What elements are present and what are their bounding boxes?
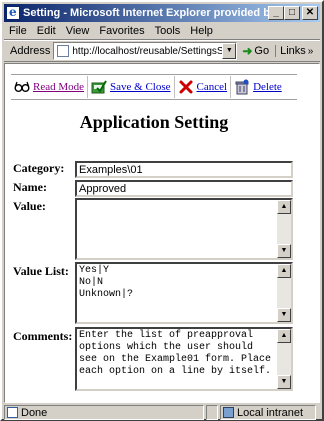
category-label: Category: xyxy=(13,161,65,175)
ie-page-icon xyxy=(7,407,18,418)
status-text: Done xyxy=(21,406,48,419)
address-input[interactable]: http://localhost/reusable/SettingsSimple… xyxy=(53,42,238,60)
name-label: Name: xyxy=(13,180,47,194)
comments-textarea[interactable]: Enter the list of preapproval options wh… xyxy=(75,327,293,391)
intranet-icon xyxy=(223,407,234,418)
page-content: Read Mode Save & Close Cancel Delete App… xyxy=(4,63,320,403)
address-dropdown-icon[interactable]: ▼ xyxy=(222,43,237,59)
category-field[interactable]: Examples\01 xyxy=(75,161,293,178)
links-more-icon[interactable]: » xyxy=(308,46,314,57)
scroll-up-icon[interactable]: ▲ xyxy=(277,329,291,343)
scroll-down-icon[interactable]: ▼ xyxy=(277,244,291,258)
cancel-button[interactable]: Cancel xyxy=(175,76,232,98)
save-close-button[interactable]: Save & Close xyxy=(88,76,175,98)
menu-view[interactable]: View xyxy=(61,25,95,37)
ie-logo-icon xyxy=(6,5,20,20)
comments-text: Enter the list of preapproval options wh… xyxy=(79,330,278,377)
minimize-button[interactable]: _ xyxy=(268,6,284,20)
browser-window: Setting - Microsoft Internet Explorer pr… xyxy=(0,0,324,421)
page-title: Application Setting xyxy=(79,112,229,132)
value-list-scrollbar[interactable]: ▲ ▼ xyxy=(277,264,291,322)
close-button[interactable]: ✕ xyxy=(302,6,318,20)
zone-text: Local intranet xyxy=(237,406,304,419)
menu-edit[interactable]: Edit xyxy=(32,25,61,37)
menu-file[interactable]: File xyxy=(4,25,32,37)
scroll-up-icon[interactable]: ▲ xyxy=(277,200,291,214)
value-list-text: Yes|Y No|N Unknown|? xyxy=(79,265,134,300)
address-label: Address xyxy=(10,45,51,57)
value-scrollbar[interactable]: ▲ ▼ xyxy=(277,200,291,258)
save-close-icon xyxy=(91,80,107,94)
scroll-up-icon[interactable]: ▲ xyxy=(277,264,291,278)
save-close-label: Save & Close xyxy=(110,81,171,93)
action-bar: Read Mode Save & Close Cancel Delete xyxy=(11,74,297,100)
window-title: Setting - Microsoft Internet Explorer pr… xyxy=(23,7,271,19)
read-mode-icon xyxy=(14,81,30,92)
menu-help[interactable]: Help xyxy=(185,25,218,37)
value-list-textarea[interactable]: Yes|Y No|N Unknown|? ▲ ▼ xyxy=(75,262,293,324)
address-bar: Address http://localhost/reusable/Settin… xyxy=(4,40,320,62)
read-mode-label: Read Mode xyxy=(33,81,85,93)
cancel-icon xyxy=(179,80,193,94)
status-zone: Local intranet xyxy=(220,405,316,420)
delete-label: Delete xyxy=(253,81,282,93)
page-icon xyxy=(57,45,70,57)
cancel-label: Cancel xyxy=(196,81,228,93)
window-controls: _ □ ✕ xyxy=(268,6,318,20)
value-label: Value: xyxy=(13,199,46,213)
go-button[interactable]: ➜ Go xyxy=(242,44,269,58)
address-url: http://localhost/reusable/SettingsSimple… xyxy=(72,45,236,57)
status-main: Done xyxy=(4,405,204,420)
value-list-label: Value List: xyxy=(13,264,69,278)
status-blank xyxy=(206,405,218,420)
menu-bar: File Edit View Favorites Tools Help xyxy=(4,22,320,40)
go-label: Go xyxy=(254,45,270,57)
go-arrow-icon: ➜ xyxy=(242,44,253,58)
comments-scrollbar[interactable]: ▲ ▼ xyxy=(277,329,291,389)
maximize-button[interactable]: □ xyxy=(284,6,300,20)
value-textarea[interactable]: ▲ ▼ xyxy=(75,198,293,260)
links-button[interactable]: Links xyxy=(275,45,306,57)
menu-tools[interactable]: Tools xyxy=(150,25,186,37)
status-bar: Done Local intranet xyxy=(4,404,320,421)
delete-button[interactable]: Delete xyxy=(231,76,285,98)
scroll-down-icon[interactable]: ▼ xyxy=(277,375,291,389)
delete-icon xyxy=(235,79,249,95)
name-field[interactable]: Approved xyxy=(75,180,293,197)
scroll-down-icon[interactable]: ▼ xyxy=(277,308,291,322)
title-bar[interactable]: Setting - Microsoft Internet Explorer pr… xyxy=(4,4,320,22)
menu-favorites[interactable]: Favorites xyxy=(94,25,149,37)
read-mode-button[interactable]: Read Mode xyxy=(11,76,89,98)
comments-label: Comments: xyxy=(13,329,73,343)
